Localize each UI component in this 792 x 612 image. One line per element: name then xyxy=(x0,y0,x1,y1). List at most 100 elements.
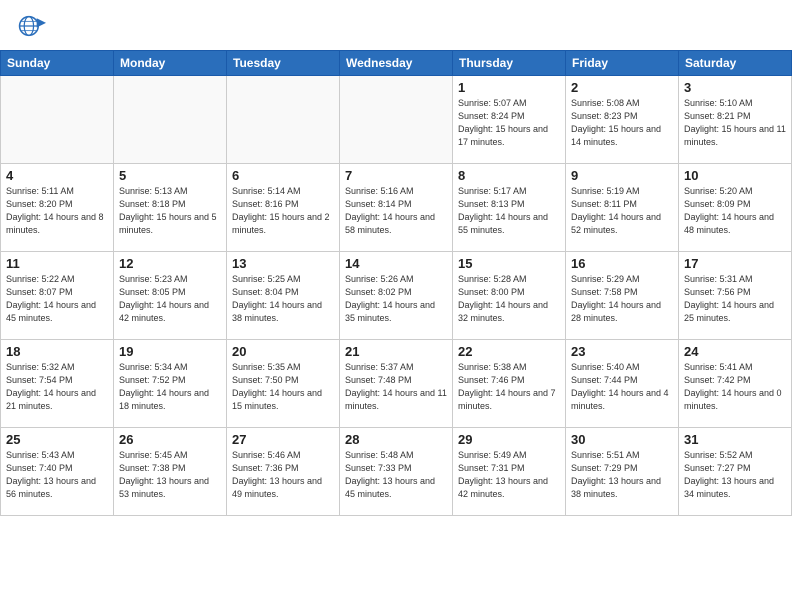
week-row-3: 11Sunrise: 5:22 AMSunset: 8:07 PMDayligh… xyxy=(1,252,792,340)
day-info-17: Sunrise: 5:31 AMSunset: 7:56 PMDaylight:… xyxy=(684,273,786,325)
calendar-cell-2: 2 Sunrise: 5:08 AMSunset: 8:23 PMDaylight… xyxy=(566,76,679,164)
day-number-20: 20 xyxy=(232,344,334,359)
calendar-cell-17: 17 Sunrise: 5:31 AMSunset: 7:56 PMDayligh… xyxy=(679,252,792,340)
day-number-27: 27 xyxy=(232,432,334,447)
day-info-11: Sunrise: 5:22 AMSunset: 8:07 PMDaylight:… xyxy=(6,273,108,325)
calendar-cell-11: 11Sunrise: 5:22 AMSunset: 8:07 PMDayligh… xyxy=(1,252,114,340)
calendar-cell-12: 12 Sunrise: 5:23 AMSunset: 8:05 PMDayligh… xyxy=(114,252,227,340)
day-number-15: 15 xyxy=(458,256,560,271)
day-info-31: Sunrise: 5:52 AMSunset: 7:27 PMDaylight:… xyxy=(684,449,786,501)
day-number-30: 30 xyxy=(571,432,673,447)
day-number-21: 21 xyxy=(345,344,447,359)
day-number-7: 7 xyxy=(345,168,447,183)
day-number-13: 13 xyxy=(232,256,334,271)
day-number-14: 14 xyxy=(345,256,447,271)
logo xyxy=(18,12,50,40)
day-number-31: 31 xyxy=(684,432,786,447)
day-number-6: 6 xyxy=(232,168,334,183)
weekday-header-saturday: Saturday xyxy=(679,51,792,76)
day-number-19: 19 xyxy=(119,344,221,359)
day-number-9: 9 xyxy=(571,168,673,183)
calendar-cell-19: 19 Sunrise: 5:34 AMSunset: 7:52 PMDayligh… xyxy=(114,340,227,428)
day-info-2: Sunrise: 5:08 AMSunset: 8:23 PMDaylight:… xyxy=(571,97,673,149)
day-number-3: 3 xyxy=(684,80,786,95)
day-info-28: Sunrise: 5:48 AMSunset: 7:33 PMDaylight:… xyxy=(345,449,447,501)
calendar-cell-6: 6 Sunrise: 5:14 AMSunset: 8:16 PMDaylight… xyxy=(227,164,340,252)
calendar-cell-1: 1 Sunrise: 5:07 AMSunset: 8:24 PMDaylight… xyxy=(453,76,566,164)
weekday-header-sunday: Sunday xyxy=(1,51,114,76)
calendar-cell-14: 14 Sunrise: 5:26 AMSunset: 8:02 PMDayligh… xyxy=(340,252,453,340)
calendar-cell-3: 3Sunrise: 5:10 AMSunset: 8:21 PMDaylight… xyxy=(679,76,792,164)
day-number-29: 29 xyxy=(458,432,560,447)
calendar-cell-28: 28 Sunrise: 5:48 AMSunset: 7:33 PMDayligh… xyxy=(340,428,453,516)
day-info-27: Sunrise: 5:46 AMSunset: 7:36 PMDaylight:… xyxy=(232,449,334,501)
calendar-cell-empty-0-1 xyxy=(114,76,227,164)
weekday-header-monday: Monday xyxy=(114,51,227,76)
week-row-5: 25 Sunrise: 5:43 AMSunset: 7:40 PMDayligh… xyxy=(1,428,792,516)
calendar-cell-18: 18 Sunrise: 5:32 AMSunset: 7:54 PMDayligh… xyxy=(1,340,114,428)
day-number-18: 18 xyxy=(6,344,108,359)
day-info-7: Sunrise: 5:16 AMSunset: 8:14 PMDaylight:… xyxy=(345,185,447,237)
calendar-cell-empty-0-0 xyxy=(1,76,114,164)
day-number-17: 17 xyxy=(684,256,786,271)
day-number-8: 8 xyxy=(458,168,560,183)
day-info-18: Sunrise: 5:32 AMSunset: 7:54 PMDaylight:… xyxy=(6,361,108,413)
calendar-cell-22: 22Sunrise: 5:38 AMSunset: 7:46 PMDayligh… xyxy=(453,340,566,428)
weekday-header-tuesday: Tuesday xyxy=(227,51,340,76)
day-info-15: Sunrise: 5:28 AMSunset: 8:00 PMDaylight:… xyxy=(458,273,560,325)
day-info-25: Sunrise: 5:43 AMSunset: 7:40 PMDaylight:… xyxy=(6,449,108,501)
day-number-10: 10 xyxy=(684,168,786,183)
calendar-cell-empty-0-2 xyxy=(227,76,340,164)
calendar-cell-26: 26Sunrise: 5:45 AMSunset: 7:38 PMDayligh… xyxy=(114,428,227,516)
day-info-24: Sunrise: 5:41 AMSunset: 7:42 PMDaylight:… xyxy=(684,361,786,413)
day-number-28: 28 xyxy=(345,432,447,447)
week-row-2: 4 Sunrise: 5:11 AMSunset: 8:20 PMDaylight… xyxy=(1,164,792,252)
day-number-25: 25 xyxy=(6,432,108,447)
calendar-cell-29: 29 Sunrise: 5:49 AMSunset: 7:31 PMDayligh… xyxy=(453,428,566,516)
day-number-4: 4 xyxy=(6,168,108,183)
week-row-4: 18 Sunrise: 5:32 AMSunset: 7:54 PMDayligh… xyxy=(1,340,792,428)
calendar-cell-10: 10 Sunrise: 5:20 AMSunset: 8:09 PMDayligh… xyxy=(679,164,792,252)
calendar-cell-13: 13 Sunrise: 5:25 AMSunset: 8:04 PMDayligh… xyxy=(227,252,340,340)
calendar-cell-25: 25 Sunrise: 5:43 AMSunset: 7:40 PMDayligh… xyxy=(1,428,114,516)
day-info-4: Sunrise: 5:11 AMSunset: 8:20 PMDaylight:… xyxy=(6,185,108,237)
calendar-cell-27: 27 Sunrise: 5:46 AMSunset: 7:36 PMDayligh… xyxy=(227,428,340,516)
day-number-2: 2 xyxy=(571,80,673,95)
day-info-22: Sunrise: 5:38 AMSunset: 7:46 PMDaylight:… xyxy=(458,361,560,413)
day-info-13: Sunrise: 5:25 AMSunset: 8:04 PMDaylight:… xyxy=(232,273,334,325)
logo-icon xyxy=(18,12,46,40)
calendar-cell-16: 16 Sunrise: 5:29 AMSunset: 7:58 PMDayligh… xyxy=(566,252,679,340)
day-info-20: Sunrise: 5:35 AMSunset: 7:50 PMDaylight:… xyxy=(232,361,334,413)
day-info-14: Sunrise: 5:26 AMSunset: 8:02 PMDaylight:… xyxy=(345,273,447,325)
day-number-26: 26 xyxy=(119,432,221,447)
day-number-24: 24 xyxy=(684,344,786,359)
week-row-1: 1 Sunrise: 5:07 AMSunset: 8:24 PMDaylight… xyxy=(1,76,792,164)
day-info-8: Sunrise: 5:17 AMSunset: 8:13 PMDaylight:… xyxy=(458,185,560,237)
calendar-cell-8: 8 Sunrise: 5:17 AMSunset: 8:13 PMDaylight… xyxy=(453,164,566,252)
calendar-cell-24: 24 Sunrise: 5:41 AMSunset: 7:42 PMDayligh… xyxy=(679,340,792,428)
calendar-table: SundayMondayTuesdayWednesdayThursdayFrid… xyxy=(0,50,792,516)
calendar-cell-7: 7 Sunrise: 5:16 AMSunset: 8:14 PMDaylight… xyxy=(340,164,453,252)
day-info-29: Sunrise: 5:49 AMSunset: 7:31 PMDaylight:… xyxy=(458,449,560,501)
day-number-16: 16 xyxy=(571,256,673,271)
calendar-cell-30: 30Sunrise: 5:51 AMSunset: 7:29 PMDayligh… xyxy=(566,428,679,516)
day-number-12: 12 xyxy=(119,256,221,271)
day-info-12: Sunrise: 5:23 AMSunset: 8:05 PMDaylight:… xyxy=(119,273,221,325)
calendar-cell-9: 9Sunrise: 5:19 AMSunset: 8:11 PMDaylight… xyxy=(566,164,679,252)
day-info-19: Sunrise: 5:34 AMSunset: 7:52 PMDaylight:… xyxy=(119,361,221,413)
calendar-cell-21: 21Sunrise: 5:37 AMSunset: 7:48 PMDayligh… xyxy=(340,340,453,428)
day-info-16: Sunrise: 5:29 AMSunset: 7:58 PMDaylight:… xyxy=(571,273,673,325)
day-number-1: 1 xyxy=(458,80,560,95)
calendar-cell-5: 5Sunrise: 5:13 AMSunset: 8:18 PMDaylight… xyxy=(114,164,227,252)
day-info-10: Sunrise: 5:20 AMSunset: 8:09 PMDaylight:… xyxy=(684,185,786,237)
day-info-5: Sunrise: 5:13 AMSunset: 8:18 PMDaylight:… xyxy=(119,185,221,237)
header xyxy=(0,0,792,46)
calendar-cell-15: 15 Sunrise: 5:28 AMSunset: 8:00 PMDayligh… xyxy=(453,252,566,340)
calendar-cell-23: 23Sunrise: 5:40 AMSunset: 7:44 PMDayligh… xyxy=(566,340,679,428)
page: SundayMondayTuesdayWednesdayThursdayFrid… xyxy=(0,0,792,612)
day-info-6: Sunrise: 5:14 AMSunset: 8:16 PMDaylight:… xyxy=(232,185,334,237)
day-number-23: 23 xyxy=(571,344,673,359)
day-info-1: Sunrise: 5:07 AMSunset: 8:24 PMDaylight:… xyxy=(458,97,560,149)
calendar-cell-20: 20 Sunrise: 5:35 AMSunset: 7:50 PMDayligh… xyxy=(227,340,340,428)
calendar-cell-empty-0-3 xyxy=(340,76,453,164)
